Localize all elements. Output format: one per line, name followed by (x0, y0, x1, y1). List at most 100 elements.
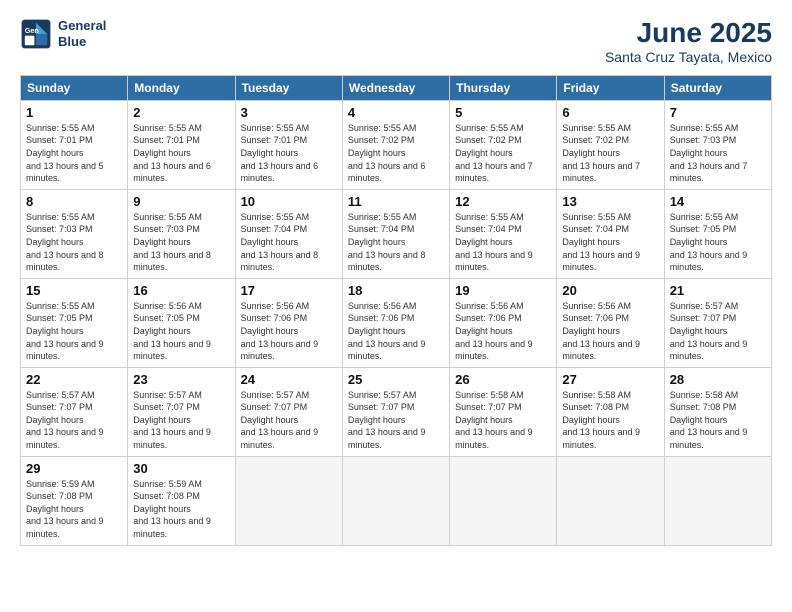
calendar-subtitle: Santa Cruz Tayata, Mexico (605, 49, 772, 65)
cell-info: Sunrise: 5:55 AMSunset: 7:05 PMDaylight … (26, 301, 104, 361)
cell-info: Sunrise: 5:58 AMSunset: 7:07 PMDaylight … (455, 390, 533, 450)
day-number: 27 (562, 372, 658, 387)
cell-info: Sunrise: 5:55 AMSunset: 7:01 PMDaylight … (133, 123, 211, 183)
day-number: 12 (455, 194, 551, 209)
day-number: 18 (348, 283, 444, 298)
cell-info: Sunrise: 5:55 AMSunset: 7:01 PMDaylight … (241, 123, 319, 183)
day-number: 8 (26, 194, 122, 209)
col-wednesday: Wednesday (342, 75, 449, 100)
cell-info: Sunrise: 5:55 AMSunset: 7:04 PMDaylight … (455, 212, 533, 272)
col-tuesday: Tuesday (235, 75, 342, 100)
calendar-cell (342, 456, 449, 545)
svg-text:Gen: Gen (25, 26, 39, 35)
calendar-cell: 19 Sunrise: 5:56 AMSunset: 7:06 PMDaylig… (450, 278, 557, 367)
cell-info: Sunrise: 5:55 AMSunset: 7:03 PMDaylight … (133, 212, 211, 272)
day-number: 3 (241, 105, 337, 120)
calendar-cell: 7 Sunrise: 5:55 AMSunset: 7:03 PMDayligh… (664, 100, 771, 189)
calendar-table: Sunday Monday Tuesday Wednesday Thursday… (20, 75, 772, 546)
day-number: 19 (455, 283, 551, 298)
col-thursday: Thursday (450, 75, 557, 100)
day-number: 10 (241, 194, 337, 209)
day-number: 13 (562, 194, 658, 209)
calendar-cell: 6 Sunrise: 5:55 AMSunset: 7:02 PMDayligh… (557, 100, 664, 189)
day-number: 25 (348, 372, 444, 387)
calendar-cell: 17 Sunrise: 5:56 AMSunset: 7:06 PMDaylig… (235, 278, 342, 367)
page: Gen General Blue June 2025 Santa Cruz Ta… (0, 0, 792, 612)
day-number: 29 (26, 461, 122, 476)
col-sunday: Sunday (21, 75, 128, 100)
calendar-cell: 15 Sunrise: 5:55 AMSunset: 7:05 PMDaylig… (21, 278, 128, 367)
cell-info: Sunrise: 5:56 AMSunset: 7:06 PMDaylight … (562, 301, 640, 361)
cell-info: Sunrise: 5:55 AMSunset: 7:03 PMDaylight … (26, 212, 104, 272)
day-number: 2 (133, 105, 229, 120)
day-number: 1 (26, 105, 122, 120)
cell-info: Sunrise: 5:56 AMSunset: 7:06 PMDaylight … (241, 301, 319, 361)
calendar-cell (557, 456, 664, 545)
cell-info: Sunrise: 5:57 AMSunset: 7:07 PMDaylight … (348, 390, 426, 450)
calendar-cell (664, 456, 771, 545)
calendar-cell: 3 Sunrise: 5:55 AMSunset: 7:01 PMDayligh… (235, 100, 342, 189)
day-number: 7 (670, 105, 766, 120)
logo: Gen General Blue (20, 18, 106, 50)
cell-info: Sunrise: 5:55 AMSunset: 7:02 PMDaylight … (348, 123, 426, 183)
cell-info: Sunrise: 5:56 AMSunset: 7:05 PMDaylight … (133, 301, 211, 361)
day-number: 11 (348, 194, 444, 209)
calendar-week-row: 29 Sunrise: 5:59 AMSunset: 7:08 PMDaylig… (21, 456, 772, 545)
title-block: June 2025 Santa Cruz Tayata, Mexico (605, 18, 772, 65)
cell-info: Sunrise: 5:55 AMSunset: 7:04 PMDaylight … (348, 212, 426, 272)
col-monday: Monday (128, 75, 235, 100)
calendar-cell: 8 Sunrise: 5:55 AMSunset: 7:03 PMDayligh… (21, 189, 128, 278)
cell-info: Sunrise: 5:57 AMSunset: 7:07 PMDaylight … (670, 301, 748, 361)
day-number: 21 (670, 283, 766, 298)
cell-info: Sunrise: 5:59 AMSunset: 7:08 PMDaylight … (133, 479, 211, 539)
day-number: 30 (133, 461, 229, 476)
day-number: 20 (562, 283, 658, 298)
calendar-cell: 11 Sunrise: 5:55 AMSunset: 7:04 PMDaylig… (342, 189, 449, 278)
calendar-cell: 23 Sunrise: 5:57 AMSunset: 7:07 PMDaylig… (128, 367, 235, 456)
cell-info: Sunrise: 5:56 AMSunset: 7:06 PMDaylight … (455, 301, 533, 361)
calendar-cell: 21 Sunrise: 5:57 AMSunset: 7:07 PMDaylig… (664, 278, 771, 367)
calendar-cell: 25 Sunrise: 5:57 AMSunset: 7:07 PMDaylig… (342, 367, 449, 456)
calendar-cell: 9 Sunrise: 5:55 AMSunset: 7:03 PMDayligh… (128, 189, 235, 278)
cell-info: Sunrise: 5:55 AMSunset: 7:01 PMDaylight … (26, 123, 104, 183)
calendar-cell: 12 Sunrise: 5:55 AMSunset: 7:04 PMDaylig… (450, 189, 557, 278)
day-number: 24 (241, 372, 337, 387)
calendar-header-row: Sunday Monday Tuesday Wednesday Thursday… (21, 75, 772, 100)
day-number: 16 (133, 283, 229, 298)
cell-info: Sunrise: 5:55 AMSunset: 7:05 PMDaylight … (670, 212, 748, 272)
calendar-cell (235, 456, 342, 545)
calendar-cell: 29 Sunrise: 5:59 AMSunset: 7:08 PMDaylig… (21, 456, 128, 545)
col-saturday: Saturday (664, 75, 771, 100)
cell-info: Sunrise: 5:56 AMSunset: 7:06 PMDaylight … (348, 301, 426, 361)
cell-info: Sunrise: 5:57 AMSunset: 7:07 PMDaylight … (26, 390, 104, 450)
calendar-cell: 1 Sunrise: 5:55 AMSunset: 7:01 PMDayligh… (21, 100, 128, 189)
logo-icon: Gen (20, 18, 52, 50)
day-number: 14 (670, 194, 766, 209)
calendar-cell: 2 Sunrise: 5:55 AMSunset: 7:01 PMDayligh… (128, 100, 235, 189)
cell-info: Sunrise: 5:55 AMSunset: 7:02 PMDaylight … (562, 123, 640, 183)
day-number: 5 (455, 105, 551, 120)
cell-info: Sunrise: 5:58 AMSunset: 7:08 PMDaylight … (562, 390, 640, 450)
cell-info: Sunrise: 5:59 AMSunset: 7:08 PMDaylight … (26, 479, 104, 539)
cell-info: Sunrise: 5:55 AMSunset: 7:04 PMDaylight … (562, 212, 640, 272)
calendar-cell: 16 Sunrise: 5:56 AMSunset: 7:05 PMDaylig… (128, 278, 235, 367)
calendar-week-row: 15 Sunrise: 5:55 AMSunset: 7:05 PMDaylig… (21, 278, 772, 367)
calendar-cell: 20 Sunrise: 5:56 AMSunset: 7:06 PMDaylig… (557, 278, 664, 367)
day-number: 6 (562, 105, 658, 120)
calendar-cell (450, 456, 557, 545)
calendar-cell: 10 Sunrise: 5:55 AMSunset: 7:04 PMDaylig… (235, 189, 342, 278)
calendar-cell: 13 Sunrise: 5:55 AMSunset: 7:04 PMDaylig… (557, 189, 664, 278)
calendar-cell: 4 Sunrise: 5:55 AMSunset: 7:02 PMDayligh… (342, 100, 449, 189)
calendar-cell: 5 Sunrise: 5:55 AMSunset: 7:02 PMDayligh… (450, 100, 557, 189)
calendar-cell: 22 Sunrise: 5:57 AMSunset: 7:07 PMDaylig… (21, 367, 128, 456)
cell-info: Sunrise: 5:57 AMSunset: 7:07 PMDaylight … (241, 390, 319, 450)
day-number: 26 (455, 372, 551, 387)
day-number: 22 (26, 372, 122, 387)
calendar-cell: 24 Sunrise: 5:57 AMSunset: 7:07 PMDaylig… (235, 367, 342, 456)
day-number: 23 (133, 372, 229, 387)
cell-info: Sunrise: 5:55 AMSunset: 7:03 PMDaylight … (670, 123, 748, 183)
calendar-week-row: 1 Sunrise: 5:55 AMSunset: 7:01 PMDayligh… (21, 100, 772, 189)
calendar-cell: 14 Sunrise: 5:55 AMSunset: 7:05 PMDaylig… (664, 189, 771, 278)
cell-info: Sunrise: 5:55 AMSunset: 7:04 PMDaylight … (241, 212, 319, 272)
day-number: 4 (348, 105, 444, 120)
